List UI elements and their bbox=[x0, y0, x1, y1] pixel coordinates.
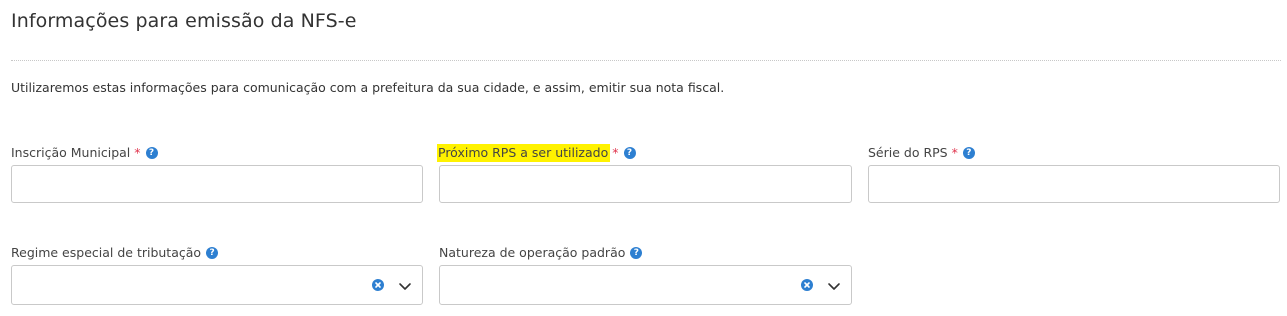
serie-rps-input[interactable] bbox=[868, 165, 1280, 203]
page-description: Utilizaremos estas informações para comu… bbox=[11, 80, 725, 95]
select-controls bbox=[801, 266, 841, 304]
title-divider bbox=[11, 60, 1281, 61]
natureza-operacao-label: Natureza de operação padrão bbox=[439, 245, 626, 260]
proximo-rps-label-row: Próximo RPS a ser utilizado * ? bbox=[437, 144, 636, 162]
help-icon[interactable]: ? bbox=[630, 247, 643, 259]
required-marker: * bbox=[612, 145, 619, 160]
help-icon[interactable]: ? bbox=[145, 147, 158, 159]
inscricao-municipal-label-row: Inscrição Municipal * ? bbox=[11, 144, 158, 162]
regime-especial-label: Regime especial de tributação bbox=[11, 245, 202, 260]
page-title: Informações para emissão da NFS-e bbox=[11, 10, 357, 32]
inscricao-municipal-label: Inscrição Municipal bbox=[11, 145, 131, 160]
natureza-operacao-select[interactable] bbox=[439, 265, 852, 305]
required-marker: * bbox=[951, 145, 958, 160]
serie-rps-label: Série do RPS bbox=[868, 145, 948, 160]
clear-icon[interactable] bbox=[801, 279, 813, 291]
regime-especial-label-row: Regime especial de tributação ? bbox=[11, 244, 219, 262]
proximo-rps-label: Próximo RPS a ser utilizado bbox=[437, 144, 611, 162]
serie-rps-label-row: Série do RPS * ? bbox=[868, 144, 975, 162]
chevron-down-icon[interactable] bbox=[398, 278, 412, 292]
proximo-rps-input[interactable] bbox=[439, 165, 852, 203]
regime-especial-select[interactable] bbox=[11, 265, 423, 305]
help-icon[interactable]: ? bbox=[962, 147, 975, 159]
chevron-down-icon[interactable] bbox=[827, 278, 841, 292]
help-icon[interactable]: ? bbox=[206, 247, 219, 259]
required-marker: * bbox=[134, 145, 141, 160]
help-icon[interactable]: ? bbox=[623, 147, 636, 159]
natureza-operacao-label-row: Natureza de operação padrão ? bbox=[439, 244, 643, 262]
clear-icon[interactable] bbox=[372, 279, 384, 291]
inscricao-municipal-input[interactable] bbox=[11, 165, 423, 203]
select-controls bbox=[372, 266, 412, 304]
